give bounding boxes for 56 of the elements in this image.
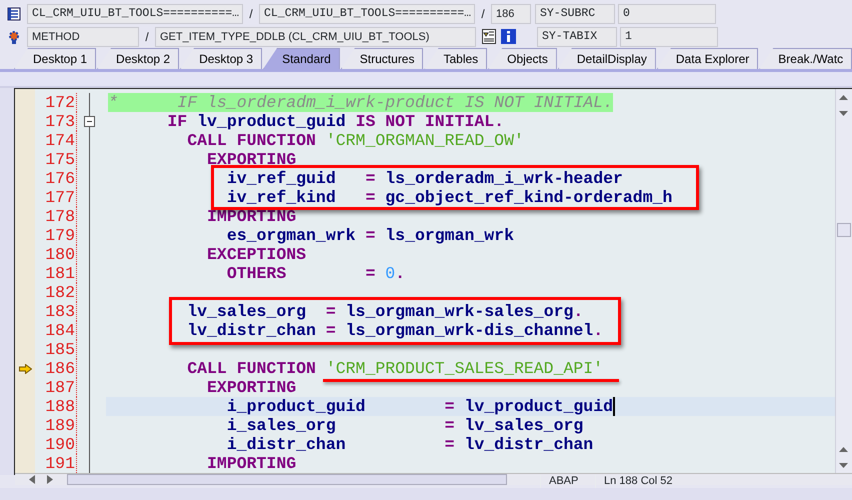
include-name-field[interactable]: CL_CRM_UIU_BT_TOOLS==========…	[27, 4, 243, 24]
path-separator: /	[144, 28, 150, 46]
scroll-down-icon[interactable]	[839, 462, 848, 468]
code-line: iv_ref_guid = ls_orderadm_i_wrk-header	[226, 169, 623, 188]
code-line: EXCEPTIONS	[206, 245, 306, 264]
scroll-thumb[interactable]	[837, 223, 851, 237]
code-line: EXPORTING	[206, 150, 296, 169]
horizontal-scrollbar[interactable]	[15, 473, 852, 485]
code-line: iv_ref_kind = gc_object_ref_kind-orderadm_h	[226, 188, 672, 207]
code-line: OTHERS = 0.	[226, 264, 406, 283]
scroll-down-icon[interactable]	[839, 110, 848, 116]
line-number-field[interactable]: 186	[491, 4, 531, 24]
tab[interactable]: DetailDisplay	[558, 48, 656, 69]
tab[interactable]: Objects	[488, 48, 557, 69]
path-separator: /	[480, 6, 486, 22]
method-name-field[interactable]: GET_ITEM_TYPE_DDLB (CL_CRM_UIU_BT_TOOLS)	[155, 26, 476, 46]
code-line: CALL FUNCTION 'CRM_PRODUCT_SALES_READ_API'	[186, 359, 604, 378]
variable-name-field[interactable]: SY-SUBRC	[535, 4, 615, 24]
code-line: es_orgman_wrk = ls_orgman_wrk	[226, 226, 514, 245]
document-list-icon	[7, 6, 21, 20]
status-field: ABAP	[540, 475, 595, 488]
tab[interactable]: Desktop 3	[180, 48, 262, 69]
variable-value-field[interactable]: 1	[620, 26, 718, 46]
class-name-field[interactable]: CL_CRM_UIU_BT_TOOLS==========…	[259, 4, 475, 24]
code-line: IF lv_product_guid IS NOT INITIAL.	[166, 112, 504, 131]
status-field: Ln 188 Col 52	[595, 475, 735, 488]
code-line: i_sales_org = lv_sales_org	[226, 416, 584, 435]
info-icon[interactable]	[501, 29, 516, 44]
object-type-field[interactable]: METHOD	[27, 26, 139, 46]
variable-value-field[interactable]: 0	[618, 4, 716, 24]
code-line: EXPORTING	[206, 378, 296, 397]
collapse-icon[interactable]	[84, 116, 95, 127]
tab[interactable]: Desktop 1	[14, 48, 96, 69]
path-separator: /	[248, 6, 254, 22]
tab[interactable]: Break./Watc	[759, 48, 852, 69]
scroll-right-icon[interactable]	[47, 475, 53, 484]
display-object-icon[interactable]	[482, 29, 496, 44]
scroll-up-icon[interactable]	[839, 446, 848, 452]
code-line: lv_distr_chan = ls_orgman_wrk-dis_channel.	[186, 321, 604, 340]
scroll-thumb[interactable]	[67, 474, 507, 485]
tab[interactable]: Tables	[424, 48, 488, 69]
code-line: lv_sales_org = ls_orgman_wrk-sales_org.	[186, 302, 584, 321]
code-line: i_distr_chan = lv_distr_chan	[226, 435, 594, 454]
code-line: CALL FUNCTION 'CRM_ORGMAN_READ_OW'	[186, 131, 524, 150]
tab[interactable]: Data Explorer	[656, 48, 758, 69]
gear-icon	[7, 30, 21, 44]
variable-name-field[interactable]: SY-TABIX	[537, 26, 617, 46]
tab[interactable]: Desktop 2	[97, 48, 180, 69]
scroll-left-icon[interactable]	[29, 475, 35, 484]
vertical-scrollbar[interactable]	[835, 89, 852, 473]
tab[interactable]: Structures	[340, 48, 424, 69]
scroll-up-icon[interactable]	[839, 94, 848, 100]
code-line: IMPORTING	[206, 454, 296, 473]
tab[interactable]: Standard	[263, 48, 340, 69]
code-line: IMPORTING	[206, 207, 296, 226]
code-line: i_product_guid = lv_product_guid	[226, 397, 615, 416]
